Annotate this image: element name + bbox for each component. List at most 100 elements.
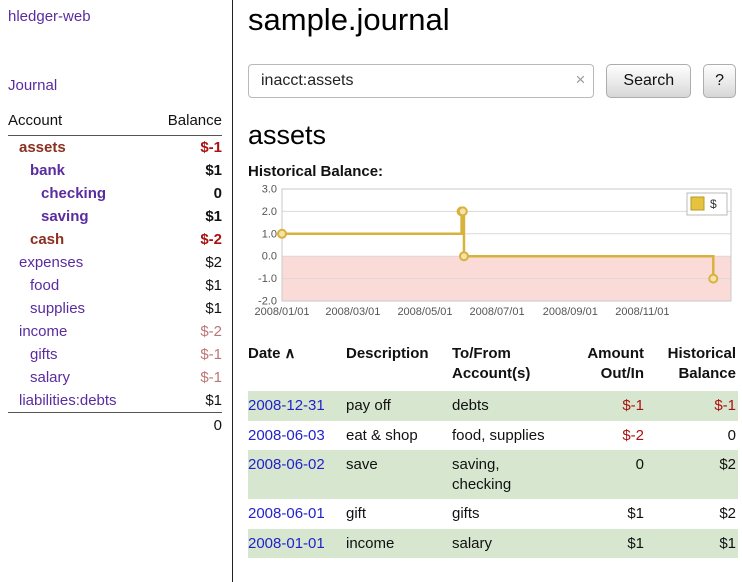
account-row: bank $1 <box>8 159 222 182</box>
account-balance: 0 <box>214 185 222 202</box>
search-input[interactable] <box>248 64 594 98</box>
transaction-balance: $2 <box>646 450 738 499</box>
account-link[interactable]: assets <box>8 139 66 156</box>
transaction-row: 2008-06-03 eat & shop food, supplies $-2… <box>248 421 738 451</box>
transaction-date-link[interactable]: 2008-06-01 <box>248 505 325 522</box>
sort-asc-icon: ∧ <box>285 345 296 362</box>
account-heading: assets <box>248 120 736 151</box>
transaction-description: pay off <box>346 391 452 421</box>
accounts-col-account: Account <box>8 112 62 129</box>
account-balance: $1 <box>205 392 222 409</box>
help-button[interactable]: ? <box>703 64 736 98</box>
transaction-description: eat & shop <box>346 421 452 451</box>
transaction-amount: $-2 <box>560 421 646 451</box>
account-link[interactable]: liabilities:debts <box>8 392 117 409</box>
app-root: hledger-web Journal Account Balance asse… <box>0 0 742 582</box>
account-link[interactable]: food <box>8 277 59 294</box>
account-balance: $1 <box>205 277 222 294</box>
svg-text:2.0: 2.0 <box>262 206 277 218</box>
transaction-description: gift <box>346 499 452 529</box>
clear-search-icon[interactable]: × <box>575 70 585 90</box>
search-button[interactable]: Search <box>606 64 691 98</box>
col-accounts: To/From Account(s) <box>452 342 560 391</box>
svg-text:2008/05/01: 2008/05/01 <box>397 306 452 318</box>
historical-balance-chart: 3.02.01.00.0-1.0-2.02008/01/012008/03/01… <box>248 184 736 326</box>
account-link[interactable]: salary <box>8 369 70 386</box>
transaction-accounts: salary <box>452 529 560 559</box>
transaction-description: save <box>346 450 452 499</box>
account-link[interactable]: checking <box>8 185 106 202</box>
transaction-balance: $1 <box>646 529 738 559</box>
svg-text:2008/01/01: 2008/01/01 <box>254 306 309 318</box>
transaction-balance: $2 <box>646 499 738 529</box>
account-balance: $-1 <box>200 346 222 363</box>
accounts-total-value: 0 <box>214 417 222 434</box>
svg-text:1.0: 1.0 <box>262 228 277 240</box>
col-balance: Historical Balance <box>646 342 738 391</box>
transaction-date-link[interactable]: 2008-06-02 <box>248 456 325 473</box>
account-link[interactable]: expenses <box>8 254 83 271</box>
transaction-accounts: food, supplies <box>452 421 560 451</box>
account-link[interactable]: supplies <box>8 300 85 317</box>
svg-text:3.0: 3.0 <box>262 184 277 196</box>
sidebar: hledger-web Journal Account Balance asse… <box>0 0 233 582</box>
account-row: salary $-1 <box>8 366 222 389</box>
account-row: gifts $-1 <box>8 343 222 366</box>
account-row: supplies $1 <box>8 297 222 320</box>
transaction-date-link[interactable]: 2008-12-31 <box>248 397 325 414</box>
chart-title: Historical Balance: <box>248 163 736 180</box>
transaction-amount: $-1 <box>560 391 646 421</box>
transaction-description: income <box>346 529 452 559</box>
transaction-date-link[interactable]: 2008-06-03 <box>248 427 325 444</box>
main-content: sample.journal × Search ? assets Histori… <box>233 0 742 582</box>
account-row: income $-2 <box>8 320 222 343</box>
account-link[interactable]: bank <box>8 162 65 179</box>
sidebar-item-journal[interactable]: Journal <box>8 77 222 94</box>
col-description: Description <box>346 342 452 391</box>
account-link[interactable]: cash <box>8 231 64 248</box>
account-balance: $1 <box>205 300 222 317</box>
account-balance: $-2 <box>200 323 222 340</box>
transaction-accounts: debts <box>452 391 560 421</box>
account-row: liabilities:debts $1 <box>8 389 222 412</box>
account-balance: $-1 <box>200 369 222 386</box>
account-link[interactable]: gifts <box>8 346 58 363</box>
accounts-col-balance: Balance <box>168 112 222 129</box>
transaction-date-link[interactable]: 2008-01-01 <box>248 535 325 552</box>
transaction-accounts: saving, checking <box>452 450 560 499</box>
svg-text:2008/07/01: 2008/07/01 <box>470 306 525 318</box>
col-date[interactable]: Date∧ <box>248 342 346 391</box>
transaction-amount: 0 <box>560 450 646 499</box>
transaction-row: 2008-01-01 income salary $1 $1 <box>248 529 738 559</box>
account-balance: $2 <box>205 254 222 271</box>
account-row: assets $-1 <box>8 136 222 159</box>
account-row: checking 0 <box>8 182 222 205</box>
svg-text:$: $ <box>710 197 717 211</box>
transaction-amount: $1 <box>560 499 646 529</box>
app-title-link[interactable]: hledger-web <box>8 8 222 25</box>
svg-text:2008/03/01: 2008/03/01 <box>325 306 380 318</box>
account-row: saving $1 <box>8 205 222 228</box>
account-balance: $1 <box>205 208 222 225</box>
account-link[interactable]: saving <box>8 208 89 225</box>
svg-text:2008/09/01: 2008/09/01 <box>543 306 598 318</box>
register-table: Date∧ Description To/From Account(s) Amo… <box>248 342 738 558</box>
search-box: × <box>248 64 594 98</box>
account-link[interactable]: income <box>8 323 67 340</box>
transaction-balance: $-1 <box>646 391 738 421</box>
account-balance: $-2 <box>200 231 222 248</box>
page-title: sample.journal <box>248 2 736 38</box>
accounts-table: Account Balance assets $-1 bank $1 check… <box>8 108 222 438</box>
account-balance: $1 <box>205 162 222 179</box>
account-row: food $1 <box>8 274 222 297</box>
svg-text:2008/11/01: 2008/11/01 <box>615 306 669 318</box>
col-amount: Amount Out/In <box>560 342 646 391</box>
svg-text:0.0: 0.0 <box>262 251 277 263</box>
transaction-amount: $1 <box>560 529 646 559</box>
account-row: expenses $2 <box>8 251 222 274</box>
register-header-row: Date∧ Description To/From Account(s) Amo… <box>248 342 738 391</box>
search-bar: × Search ? <box>248 64 736 98</box>
account-balance: $-1 <box>200 139 222 156</box>
transaction-row: 2008-12-31 pay off debts $-1 $-1 <box>248 391 738 421</box>
accounts-header: Account Balance <box>8 108 222 136</box>
